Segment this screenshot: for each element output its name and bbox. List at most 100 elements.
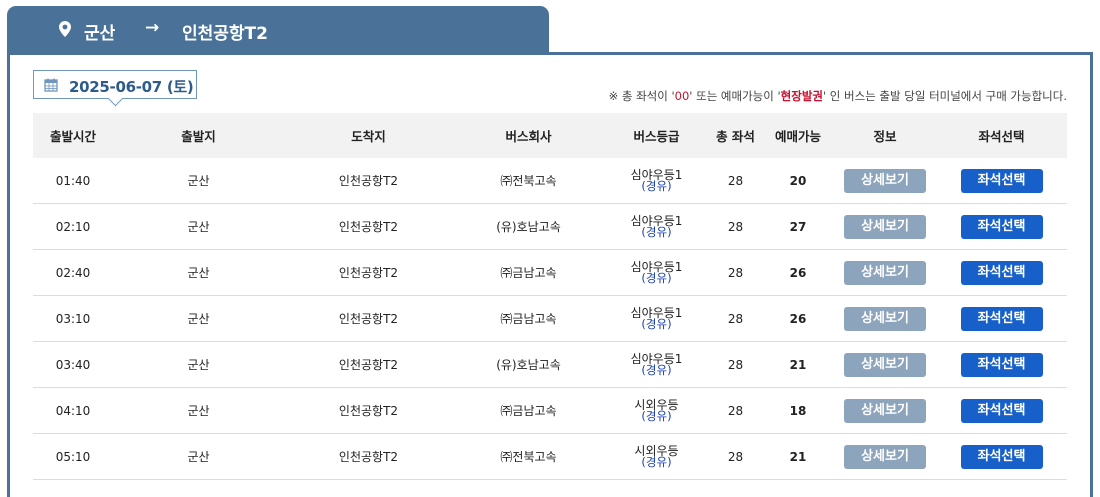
bus-company: ㈜금남고속: [453, 387, 604, 434]
seat-select-button[interactable]: 좌석선택: [960, 352, 1043, 377]
select-cell: 좌석선택: [936, 341, 1067, 388]
bus-company: (유)호남고속: [453, 203, 604, 250]
total-seats: 28: [709, 158, 762, 204]
seat-select-button[interactable]: 좌석선택: [960, 214, 1043, 239]
purchase-notice: ※ 총 좌석이 '00' 또는 예매가능이 '현장발권' 인 버스는 출발 당일…: [608, 89, 1067, 103]
header-info: 정보: [834, 113, 936, 158]
header-origin: 출발지: [113, 113, 284, 158]
detail-button[interactable]: 상세보기: [844, 352, 926, 377]
detail-button[interactable]: 상세보기: [844, 260, 926, 285]
route-destination: 인천공항T2: [182, 24, 268, 44]
notice-zero: 00: [674, 89, 690, 103]
detail-button[interactable]: 상세보기: [844, 398, 926, 423]
bus-company: ㈜전북고속: [453, 158, 604, 204]
map-pin-icon: [59, 21, 71, 41]
bus-grade: 심야우등1 (경유): [604, 158, 709, 204]
total-seats: 28: [709, 249, 762, 296]
info-cell: 상세보기: [834, 295, 936, 342]
seat-select-button[interactable]: 좌석선택: [960, 168, 1043, 193]
table-row: 02:10 군산 인천공항T2 (유)호남고속 심야우등1 (경유) 28 27 …: [33, 203, 1067, 250]
info-cell: 상세보기: [834, 433, 936, 480]
detail-button[interactable]: 상세보기: [844, 306, 926, 331]
total-seats: 28: [709, 433, 762, 480]
detail-button[interactable]: 상세보기: [844, 444, 926, 469]
destination: 인천공항T2: [284, 249, 453, 296]
seat-select-button[interactable]: 좌석선택: [960, 260, 1043, 285]
table-row: 03:40 군산 인천공항T2 (유)호남고속 심야우등1 (경유) 28 21 …: [33, 341, 1067, 388]
destination: 인천공항T2: [284, 387, 453, 434]
via-label: (경유): [641, 179, 672, 193]
bus-grade: 심야우등1 (경유): [604, 203, 709, 250]
origin: 군산: [113, 387, 284, 434]
info-cell: 상세보기: [834, 387, 936, 434]
route-header: 군산 → 인천공항T2: [7, 6, 549, 52]
via-label: (경유): [641, 455, 672, 469]
available-seats: 26: [762, 295, 834, 342]
bus-company: ㈜금남고속: [453, 249, 604, 296]
destination: 인천공항T2: [284, 433, 453, 480]
seat-select-button[interactable]: 좌석선택: [960, 398, 1043, 423]
select-cell: 좌석선택: [936, 433, 1067, 480]
departure-time: 03:40: [33, 341, 113, 388]
total-seats: 28: [709, 203, 762, 250]
calendar-icon: [44, 77, 58, 96]
origin: 군산: [113, 341, 284, 388]
seat-select-button[interactable]: 좌석선택: [960, 306, 1043, 331]
available-seats: 26: [762, 249, 834, 296]
departure-time: 02:10: [33, 203, 113, 250]
detail-button[interactable]: 상세보기: [844, 168, 926, 193]
departure-time: 01:40: [33, 158, 113, 204]
destination: 인천공항T2: [284, 295, 453, 342]
table-row: 01:40 군산 인천공항T2 ㈜전북고속 심야우등1 (경유) 28 20 상세…: [33, 158, 1067, 204]
right-arrow-icon: →: [145, 18, 160, 38]
select-cell: 좌석선택: [936, 387, 1067, 434]
detail-button[interactable]: 상세보기: [844, 214, 926, 239]
bus-grade: 심야우등1 (경유): [604, 249, 709, 296]
header-total-seats: 총 좌석: [709, 113, 762, 158]
total-seats: 28: [709, 387, 762, 434]
header-destination: 도착지: [284, 113, 453, 158]
bus-company: (유)호남고속: [453, 341, 604, 388]
via-label: (경유): [641, 409, 672, 423]
selected-date: 2025-06-07 (토): [69, 78, 194, 96]
bus-grade: 시외우등 (경유): [604, 387, 709, 434]
header-bus-company: 버스회사: [453, 113, 604, 158]
destination: 인천공항T2: [284, 203, 453, 250]
departure-time: 02:40: [33, 249, 113, 296]
total-seats: 28: [709, 341, 762, 388]
select-cell: 좌석선택: [936, 158, 1067, 204]
select-cell: 좌석선택: [936, 203, 1067, 250]
destination: 인천공항T2: [284, 341, 453, 388]
via-label: (경유): [641, 363, 672, 377]
info-cell: 상세보기: [834, 341, 936, 388]
origin: 군산: [113, 249, 284, 296]
header-seat-select: 좌석선택: [936, 113, 1067, 158]
seat-select-button[interactable]: 좌석선택: [960, 444, 1043, 469]
destination: 인천공항T2: [284, 158, 453, 204]
departure-time: 03:10: [33, 295, 113, 342]
departure-time: 05:10: [33, 433, 113, 480]
origin: 군산: [113, 203, 284, 250]
available-seats: 20: [762, 158, 834, 204]
route-origin: 군산: [84, 24, 116, 44]
table-row: 03:10 군산 인천공항T2 ㈜금남고속 심야우등1 (경유) 28 26 상세…: [33, 295, 1067, 342]
select-cell: 좌석선택: [936, 295, 1067, 342]
origin: 군산: [113, 295, 284, 342]
available-seats: 18: [762, 387, 834, 434]
table-row: 02:40 군산 인천공항T2 ㈜금남고속 심야우등1 (경유) 28 26 상세…: [33, 249, 1067, 296]
info-cell: 상세보기: [834, 203, 936, 250]
date-selector[interactable]: 2025-06-07 (토): [33, 70, 197, 107]
available-seats: 21: [762, 433, 834, 480]
table-row: 05:10 군산 인천공항T2 ㈜전북고속 시외우등 (경유) 28 21 상세보…: [33, 433, 1067, 480]
notice-onsite: 현장발권: [780, 89, 823, 103]
bus-company: ㈜금남고속: [453, 295, 604, 342]
table-header-row: 출발시간 출발지 도착지 버스회사 버스등급 총 좌석 예매가능 정보 좌석선택: [33, 113, 1067, 158]
bus-grade: 시외우등 (경유): [604, 433, 709, 480]
header-bus-grade: 버스등급: [604, 113, 709, 158]
select-cell: 좌석선택: [936, 249, 1067, 296]
bus-schedule-table: 출발시간 출발지 도착지 버스회사 버스등급 총 좌석 예매가능 정보 좌석선택…: [33, 113, 1067, 480]
info-cell: 상세보기: [834, 158, 936, 204]
available-seats: 27: [762, 203, 834, 250]
available-seats: 21: [762, 341, 834, 388]
bus-grade: 심야우등1 (경유): [604, 341, 709, 388]
